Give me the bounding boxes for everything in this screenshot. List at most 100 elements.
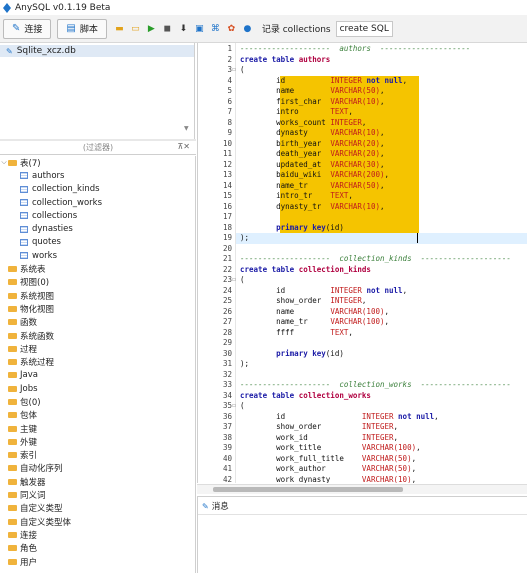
code-line: create table collection_kinds	[240, 265, 371, 276]
code-token: create table	[240, 390, 299, 400]
connect-button[interactable]: ✎ 连接	[3, 18, 52, 39]
tree-item[interactable]: 视图(0)	[0, 276, 195, 289]
folder-icon	[8, 412, 17, 419]
code-token: VARCHAR(50)	[361, 464, 412, 473]
code-token: VARCHAR(20)	[330, 149, 380, 158]
table-label: collection_kinds	[32, 184, 100, 195]
code-token: work_full_title	[240, 453, 362, 463]
scroll-thumb[interactable]	[213, 487, 403, 492]
code-token: collection_works	[298, 390, 371, 400]
line-number: 32	[222, 369, 232, 379]
tree-item-label: 索引	[20, 451, 38, 462]
format-icon[interactable]: ▣	[193, 22, 206, 35]
tree-table-item[interactable]: quotes	[0, 236, 195, 249]
tree-table-item[interactable]: works	[0, 249, 195, 262]
tree-item[interactable]: 触发器	[0, 475, 195, 488]
tree-item[interactable]: 主键	[0, 422, 195, 435]
line-number: 40	[222, 453, 232, 463]
tree-item[interactable]: 同义词	[0, 488, 195, 501]
line-number: 34	[222, 390, 232, 400]
tree-table-item[interactable]: dynasties	[0, 222, 195, 235]
line-number: 14	[222, 180, 232, 190]
code-token: );	[240, 359, 250, 368]
tree-item-label: 自定义类型	[20, 504, 63, 515]
run-icon[interactable]: ▶	[145, 22, 158, 35]
tree-item[interactable]: Java	[0, 369, 195, 382]
connection-item[interactable]: ✎ Sqlite_xcz.db	[0, 45, 194, 57]
code-token: VARCHAR(50)	[330, 86, 380, 95]
tree-item[interactable]: 自定义类型	[0, 502, 195, 515]
code-line: works_count INTEGER,	[240, 118, 366, 129]
code-line: name VARCHAR(50),	[240, 86, 384, 97]
sql-editor[interactable]: 1 2 3 4 5 6 7 8 9 10 11 12 13 14 15 16 17 18 19 20 21 22 23 24 2…	[197, 43, 527, 483]
code-token: authors	[298, 54, 331, 64]
schema-icon[interactable]: ⌘	[209, 22, 222, 35]
filter-clear-icon[interactable]: ⊼✕	[177, 142, 190, 151]
tree-item[interactable]: ⌵ 表(7)	[0, 156, 195, 169]
code-token: VARCHAR(50)	[330, 180, 380, 190]
code-token: TEXT	[330, 327, 349, 337]
code-line: baidu_wiki VARCHAR(200),	[240, 170, 389, 181]
script-label: 脚本	[79, 25, 98, 35]
connection-scrollbar[interactable]: ▼	[184, 43, 192, 139]
filter-input[interactable]: (过滤器)	[83, 142, 113, 153]
script-button[interactable]: ▤ 脚本	[57, 18, 107, 39]
tree-item[interactable]: 自定义类型体	[0, 515, 195, 528]
scroll-down-icon[interactable]: ▼	[184, 125, 189, 132]
line-number: 12	[222, 159, 232, 169]
code-token: baidu_wiki	[240, 170, 331, 179]
tree-item[interactable]: Jobs	[0, 382, 195, 395]
code-line: intro TEXT,	[240, 107, 353, 118]
tree-item[interactable]: 系统过程	[0, 355, 195, 368]
tree-item[interactable]: 系统表	[0, 262, 195, 275]
tree-table-item[interactable]: authors	[0, 169, 195, 182]
settings-icon[interactable]: ✿	[225, 22, 238, 35]
tree-item-label: 连接	[20, 530, 38, 541]
save-icon[interactable]: ▭	[129, 22, 142, 35]
download-icon[interactable]: ⬇	[177, 22, 190, 35]
chevron-down-icon[interactable]: ⌵	[0, 158, 8, 167]
tree-item[interactable]: 索引	[0, 449, 195, 462]
code-token: VARCHAR(20)	[330, 138, 380, 148]
code-token: not null	[366, 75, 403, 85]
horizontal-scrollbar[interactable]	[197, 484, 527, 494]
tree-item[interactable]: 物化视图	[0, 302, 195, 315]
open-folder-icon[interactable]: ▬	[113, 22, 126, 35]
line-number: 20	[222, 243, 232, 253]
tree-item[interactable]: 包体	[0, 409, 195, 422]
tree-table-item[interactable]: collection_kinds	[0, 183, 195, 196]
tab-messages[interactable]: ✎ 消息	[202, 500, 229, 513]
tree-item[interactable]: 过程	[0, 342, 195, 355]
tree-item-label: 角色	[20, 544, 38, 555]
tree-item[interactable]: 角色	[0, 542, 195, 555]
code-line: death_year VARCHAR(20),	[240, 149, 384, 160]
info-icon[interactable]: ●	[241, 22, 254, 35]
tree-item[interactable]: 系统函数	[0, 329, 195, 342]
code-line: id INTEGER not null,	[240, 412, 439, 423]
tree-item[interactable]: 系统视图	[0, 289, 195, 302]
code-token: ,	[384, 306, 390, 316]
folder-icon	[8, 345, 17, 352]
line-number: 8	[227, 117, 232, 127]
tree-item[interactable]: 外键	[0, 435, 195, 448]
code-token: death_year	[240, 149, 331, 158]
tree-item[interactable]: 函数	[0, 316, 195, 329]
code-line: id INTEGER not null,	[240, 76, 407, 87]
folder-icon	[8, 478, 17, 485]
tree-item[interactable]: 包(0)	[0, 395, 195, 408]
code-token: ,	[384, 170, 390, 179]
code-line: updated_at VARCHAR(30),	[240, 159, 384, 171]
tree-table-item[interactable]: collection_works	[0, 196, 195, 209]
tree-table-item[interactable]: collections	[0, 209, 195, 222]
tree-item[interactable]: 用户	[0, 555, 195, 568]
table-label: dynasties	[32, 224, 73, 235]
code-token: VARCHAR(30)	[330, 159, 380, 169]
tree-item[interactable]: 连接	[0, 528, 195, 541]
tab-create-sql[interactable]: create SQL	[335, 20, 393, 37]
folder-icon	[8, 398, 17, 405]
stop-icon[interactable]: ◼	[161, 22, 174, 35]
code-area[interactable]: -------------------- authors -----------…	[236, 43, 527, 483]
folder-icon	[8, 279, 17, 286]
tree-item[interactable]: 自动化序列	[0, 462, 195, 475]
tab-collections-records[interactable]: 记录 collections	[259, 21, 334, 37]
